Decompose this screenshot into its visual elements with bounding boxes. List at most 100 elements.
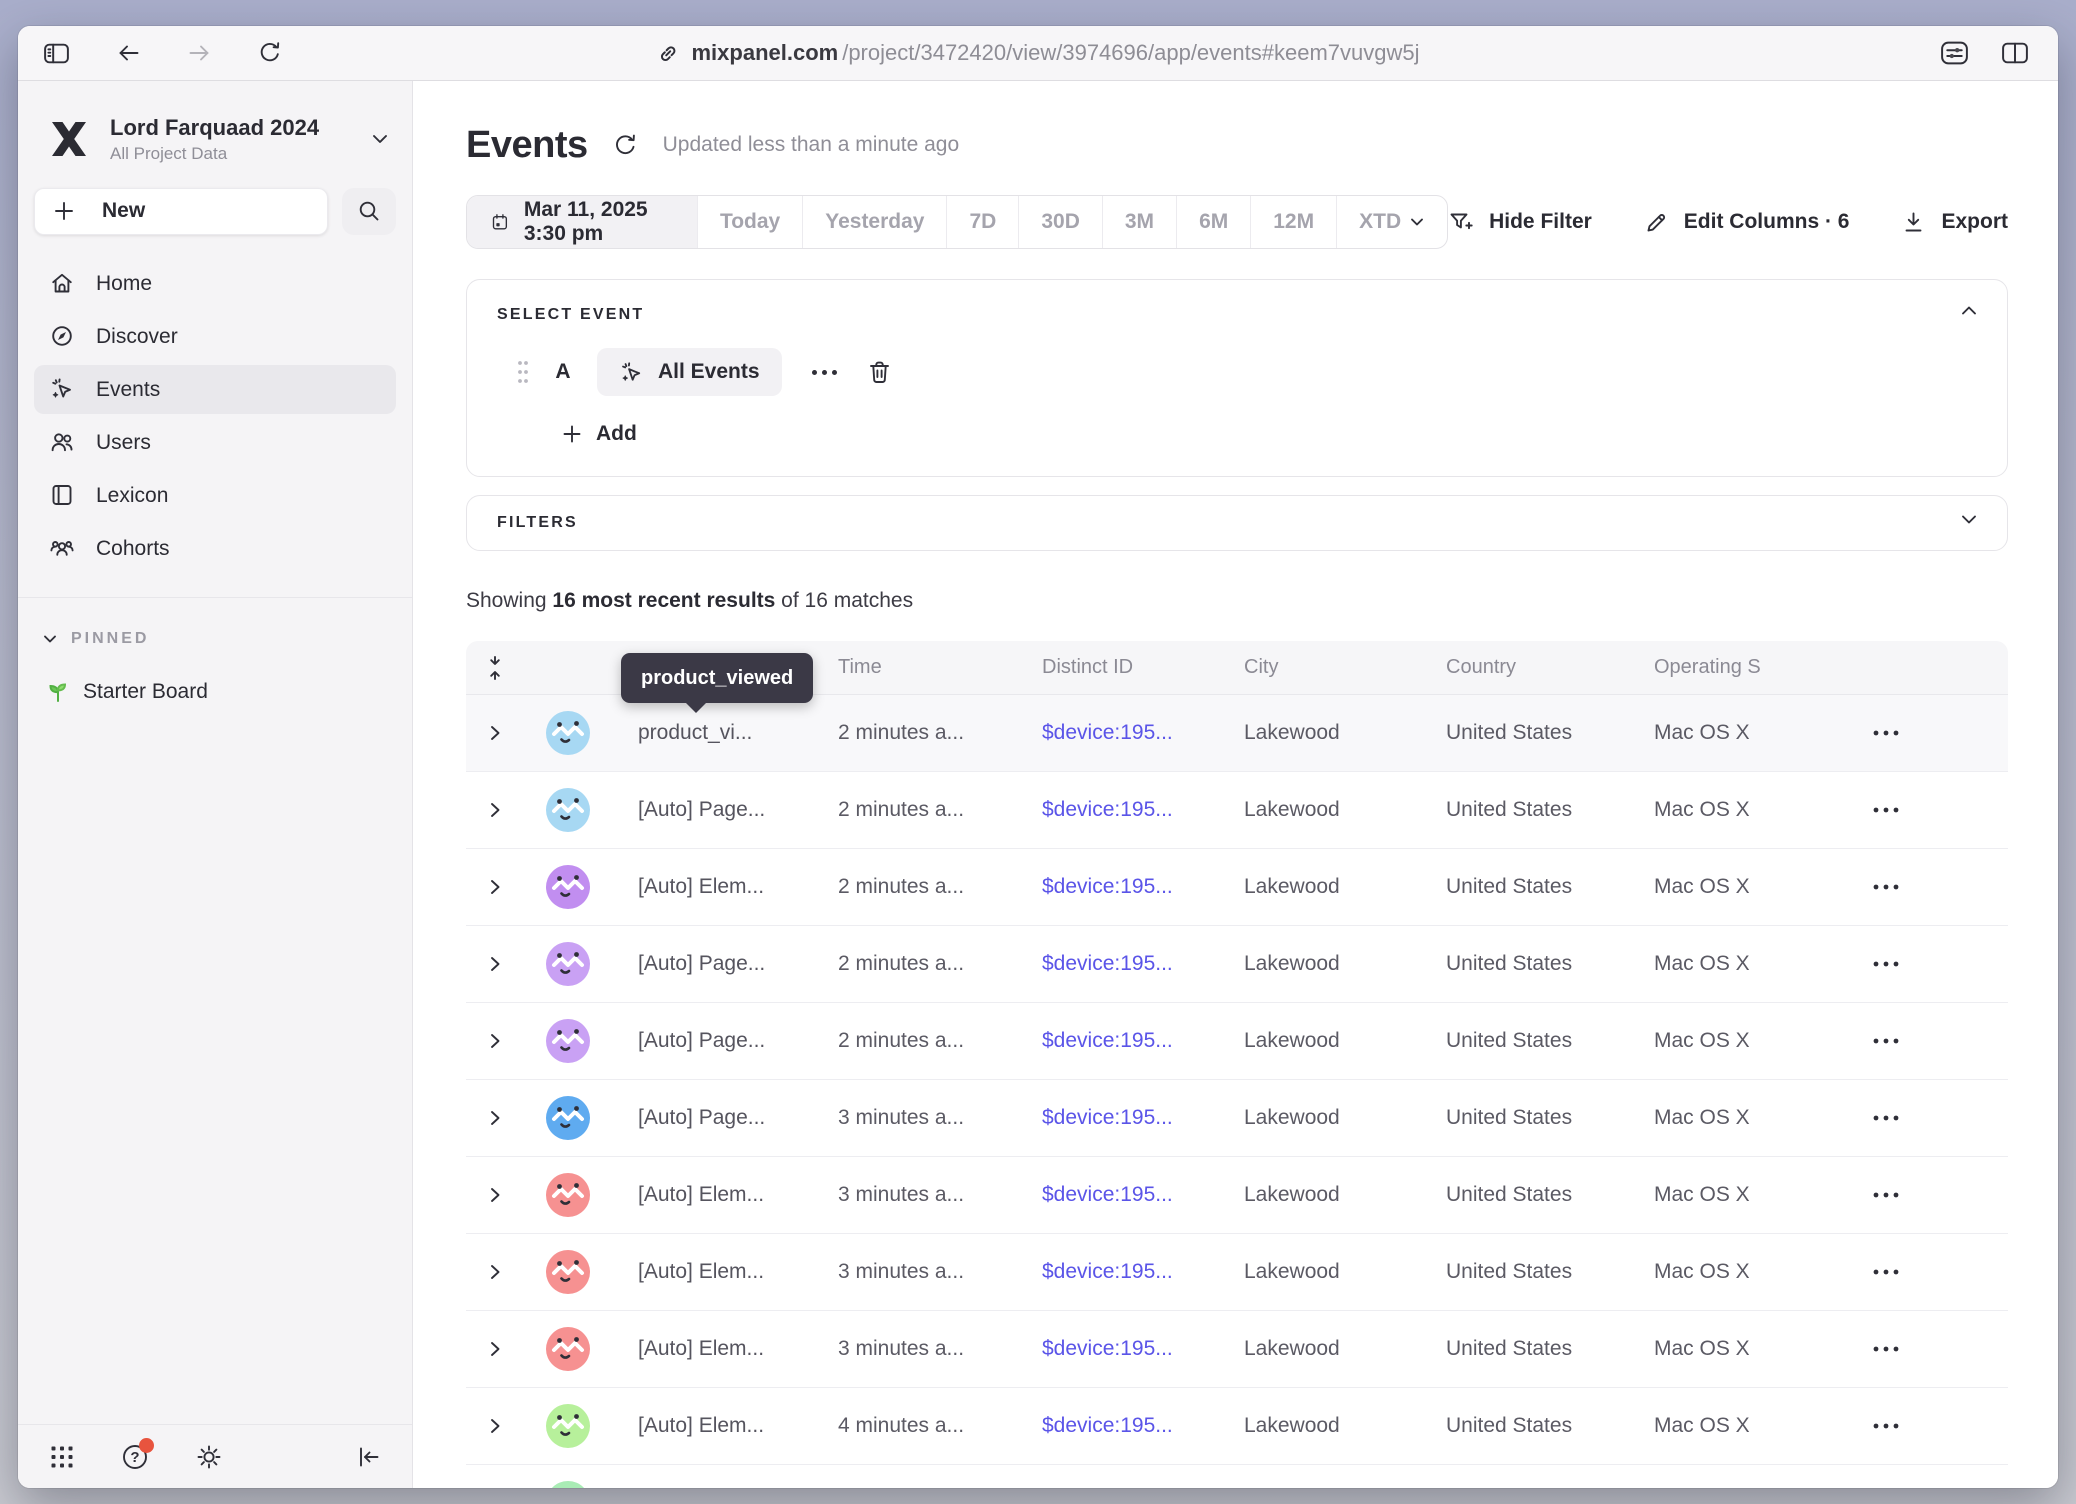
row-expand-button[interactable] xyxy=(466,722,524,744)
event-avatar xyxy=(546,942,590,986)
reload-button[interactable] xyxy=(257,40,283,66)
back-button[interactable] xyxy=(115,41,142,65)
row-expand-button[interactable] xyxy=(466,1261,524,1283)
distinct-id-link[interactable]: $device:195... xyxy=(1024,1029,1226,1053)
sidebar-item-lexicon[interactable]: Lexicon xyxy=(34,471,396,520)
event-name[interactable]: [Auto] Page... xyxy=(612,798,820,822)
range-12m[interactable]: 12M xyxy=(1250,196,1336,248)
row-actions-button[interactable] xyxy=(1848,1114,2008,1122)
event-name[interactable]: [Auto] Elem... xyxy=(612,1183,820,1207)
hide-filter-button[interactable]: Hide Filter xyxy=(1448,210,1592,234)
sidebar-item-users[interactable]: Users xyxy=(34,418,396,467)
sidebar-item-discover[interactable]: Discover xyxy=(34,312,396,361)
header-operating-system[interactable]: Operating S xyxy=(1636,656,1848,679)
row-actions-button[interactable] xyxy=(1848,1191,2008,1199)
table-row[interactable]: [Auto] Page... 2 minutes a... $device:19… xyxy=(466,772,2008,849)
drag-handle[interactable] xyxy=(517,359,529,385)
range-30d[interactable]: 30D xyxy=(1018,196,1102,248)
range-yesterday[interactable]: Yesterday xyxy=(802,196,946,248)
refresh-icon[interactable] xyxy=(612,132,639,159)
table-row[interactable]: [Auto] Elem... 3 minutes a... $device:19… xyxy=(466,1157,2008,1234)
sidebar-item-home[interactable]: Home xyxy=(34,259,396,308)
distinct-id-link[interactable]: $device:195... xyxy=(1024,1414,1226,1438)
event-name[interactable]: [Auto] Elem... xyxy=(612,1414,820,1438)
event-name[interactable]: [Auto] Elem... xyxy=(612,1337,820,1361)
event-name[interactable]: [Auto] Page... xyxy=(612,1106,820,1130)
table-row[interactable]: [Auto] Page... 2 minutes a... $device:19… xyxy=(466,1003,2008,1080)
collapse-sidebar-icon[interactable] xyxy=(354,1444,382,1470)
new-button[interactable]: New xyxy=(34,188,328,235)
table-row[interactable]: [Auto] Elem... 3 minutes a... $device:19… xyxy=(466,1311,2008,1388)
export-button[interactable]: Export xyxy=(1901,210,2008,235)
delete-event-button[interactable] xyxy=(867,359,892,386)
table-row[interactable] xyxy=(466,1465,2008,1488)
row-actions-button[interactable] xyxy=(1848,1345,2008,1353)
row-expand-button[interactable] xyxy=(466,1030,524,1052)
range-7d[interactable]: 7D xyxy=(946,196,1018,248)
help-button[interactable]: ? xyxy=(120,1442,150,1472)
event-name[interactable]: [Auto] Page... xyxy=(612,952,820,976)
table-row[interactable]: [Auto] Page... 3 minutes a... $device:19… xyxy=(466,1080,2008,1157)
settings-gear-icon[interactable] xyxy=(194,1442,224,1472)
range-3m[interactable]: 3M xyxy=(1102,196,1176,248)
sidebar-toggle-icon[interactable] xyxy=(42,40,71,67)
row-expand-button[interactable] xyxy=(466,953,524,975)
range-today[interactable]: Today xyxy=(697,196,802,248)
row-actions-button[interactable] xyxy=(1848,1268,2008,1276)
collapse-all-rows-button[interactable] xyxy=(466,653,524,683)
date-picker-button[interactable]: Mar 11, 2025 3:30 pm xyxy=(467,196,697,248)
distinct-id-link[interactable]: $device:195... xyxy=(1024,798,1226,822)
edit-columns-button[interactable]: Edit Columns · 6 xyxy=(1644,210,1850,235)
distinct-id-link[interactable]: $device:195... xyxy=(1024,1337,1226,1361)
address-bar[interactable]: mixpanel.com/project/3472420/view/397469… xyxy=(656,40,1419,66)
table-row[interactable]: [Auto] Elem... 3 minutes a... $device:19… xyxy=(466,1234,2008,1311)
table-row[interactable]: [Auto] Elem... 4 minutes a... $device:19… xyxy=(466,1388,2008,1465)
collapse-section-chevron-up[interactable] xyxy=(1959,304,1979,317)
apps-grid-icon[interactable] xyxy=(48,1443,76,1471)
row-expand-button[interactable] xyxy=(466,1338,524,1360)
distinct-id-link[interactable]: $device:195... xyxy=(1024,1183,1226,1207)
row-actions-button[interactable] xyxy=(1848,960,2008,968)
pinned-section-header[interactable]: PINNED xyxy=(42,630,412,648)
row-actions-button[interactable] xyxy=(1848,1422,2008,1430)
table-row[interactable]: [Auto] Elem... 2 minutes a... $device:19… xyxy=(466,849,2008,926)
range-6m[interactable]: 6M xyxy=(1176,196,1250,248)
row-actions-button[interactable] xyxy=(1848,806,2008,814)
event-selector-chip[interactable]: All Events xyxy=(597,348,782,396)
distinct-id-link[interactable]: $device:195... xyxy=(1024,1260,1226,1284)
header-city[interactable]: City xyxy=(1226,656,1428,679)
header-country[interactable]: Country xyxy=(1428,656,1636,679)
add-event-button[interactable]: Add xyxy=(561,422,637,446)
row-expand-button[interactable] xyxy=(466,1415,524,1437)
table-row[interactable]: [Auto] Page... 2 minutes a... $device:19… xyxy=(466,926,2008,1003)
sidebar-item-cohorts[interactable]: Cohorts xyxy=(34,524,396,573)
row-actions-button[interactable] xyxy=(1848,1037,2008,1045)
header-distinct-id[interactable]: Distinct ID xyxy=(1024,656,1226,679)
project-switcher[interactable]: Lord Farquaad 2024 All Project Data xyxy=(18,81,412,164)
forward-button[interactable] xyxy=(186,41,213,65)
row-actions-button[interactable] xyxy=(1848,729,2008,737)
expand-section-chevron-down[interactable] xyxy=(1959,513,1979,526)
distinct-id-link[interactable]: $device:195... xyxy=(1024,721,1226,745)
split-view-icon[interactable] xyxy=(2000,40,2030,66)
distinct-id-link[interactable]: $device:195... xyxy=(1024,875,1226,899)
event-name[interactable]: [Auto] Elem... xyxy=(612,875,820,899)
event-name[interactable]: [Auto] Elem... xyxy=(612,1260,820,1284)
page-settings-icon[interactable] xyxy=(1939,39,1970,67)
city-value: Lakewood xyxy=(1226,1337,1428,1361)
row-expand-button[interactable] xyxy=(466,1107,524,1129)
search-button[interactable] xyxy=(342,188,396,235)
row-expand-button[interactable] xyxy=(466,1184,524,1206)
event-name[interactable]: product_vi... xyxy=(612,721,820,745)
range-xtd[interactable]: XTD xyxy=(1336,196,1447,248)
event-more-options-button[interactable] xyxy=(806,370,843,375)
distinct-id-link[interactable]: $device:195... xyxy=(1024,1106,1226,1130)
sidebar-item-events[interactable]: Events xyxy=(34,365,396,414)
row-expand-button[interactable] xyxy=(466,876,524,898)
row-actions-button[interactable] xyxy=(1848,883,2008,891)
header-time[interactable]: Time xyxy=(820,656,1024,679)
event-name[interactable]: [Auto] Page... xyxy=(612,1029,820,1053)
sidebar-item-starter-board[interactable]: Starter Board xyxy=(46,680,412,704)
distinct-id-link[interactable]: $device:195... xyxy=(1024,952,1226,976)
row-expand-button[interactable] xyxy=(466,799,524,821)
